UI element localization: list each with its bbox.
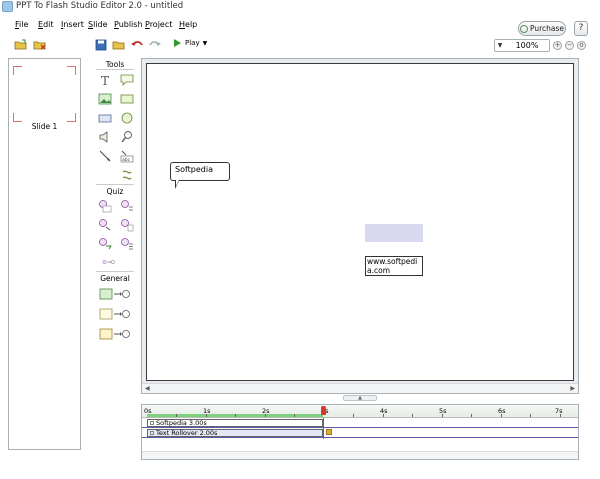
- scroll-right-icon[interactable]: ▶: [570, 385, 575, 392]
- panel-splitter[interactable]: ▲: [343, 395, 377, 401]
- playhead-handle[interactable]: [321, 406, 326, 415]
- lock-icon[interactable]: [326, 429, 332, 435]
- quiz-list-icon[interactable]: [120, 237, 134, 251]
- ellipse-tool-icon[interactable]: [120, 111, 134, 125]
- zoom-out-button[interactable]: −: [565, 41, 574, 50]
- timeline-horizontal-scrollbar[interactable]: [142, 451, 578, 459]
- stage-area: Softpedia www.softpedia.com ◀ ▶: [141, 58, 579, 394]
- quiz-section-title: Quiz: [106, 187, 124, 196]
- general-section-title: General: [100, 274, 130, 283]
- zoom-in-button[interactable]: +: [553, 41, 562, 50]
- timeline-track[interactable]: Softpedia 3.00s: [142, 419, 578, 428]
- svg-text:abc: abc: [122, 157, 131, 163]
- menu-file[interactable]: File: [15, 20, 28, 29]
- scroll-left-icon[interactable]: ◀: [145, 385, 150, 392]
- menu-help[interactable]: Help: [179, 20, 197, 29]
- purchase-button[interactable]: Purchase: [518, 21, 566, 36]
- svg-text:T: T: [101, 74, 109, 87]
- track-checkbox[interactable]: [150, 421, 154, 425]
- sound-tool-icon[interactable]: [98, 130, 112, 144]
- text-entry-tool-icon[interactable]: abc: [120, 149, 134, 163]
- slides-panel: Slide 1: [8, 58, 81, 450]
- undo-icon[interactable]: [130, 39, 144, 51]
- line-tool-icon[interactable]: [98, 149, 112, 163]
- text-tool-icon[interactable]: T: [98, 73, 112, 87]
- quiz-drag-icon[interactable]: [98, 218, 112, 232]
- rollover-area[interactable]: [365, 224, 423, 242]
- zoom-fit-button[interactable]: o: [577, 41, 586, 50]
- app-icon: [2, 1, 13, 12]
- title-bar: PPT To Flash Studio Editor 2.0 - untitle…: [0, 0, 600, 14]
- timeline-panel: 0s 1s 2s 3s 4s 5s 6s 7s Softpedia 3.00s …: [141, 404, 579, 460]
- animation-tool-icon[interactable]: [120, 168, 134, 182]
- menu-insert[interactable]: Insert: [61, 20, 84, 29]
- tools-section-title: Tools: [105, 60, 125, 69]
- close-project-icon[interactable]: [33, 39, 47, 51]
- tick-label: 7s: [555, 407, 563, 415]
- chevron-down-icon: ▼: [202, 39, 208, 47]
- help-button[interactable]: ?: [574, 21, 588, 36]
- open-icon[interactable]: [112, 39, 126, 51]
- general-slide-action-icon[interactable]: [99, 327, 131, 341]
- rollover-text-box[interactable]: www.softpedia.com: [365, 256, 423, 276]
- rectangle-tool-icon[interactable]: [98, 111, 112, 125]
- track-checkbox[interactable]: [150, 431, 154, 435]
- open-folder-icon[interactable]: [14, 39, 28, 51]
- quiz-result-icon[interactable]: [102, 255, 116, 269]
- tools-panel: Tools T abc Quiz General: [92, 58, 138, 450]
- quiz-text-icon[interactable]: [98, 199, 112, 213]
- redo-icon[interactable]: [148, 39, 162, 51]
- chevron-down-icon: ▼: [497, 42, 503, 49]
- general-note-action-icon[interactable]: [99, 307, 131, 321]
- zoom-area-tool-icon[interactable]: [120, 130, 134, 144]
- track-bar[interactable]: Softpedia 3.00s: [147, 419, 323, 427]
- play-icon: [174, 39, 181, 47]
- menu-slide[interactable]: Slide: [88, 20, 108, 29]
- callout-tail: [175, 180, 179, 189]
- menu-bar: File Edit Insert Slide Publish Project H…: [0, 15, 600, 35]
- save-icon[interactable]: [94, 39, 108, 51]
- slide-thumbnail[interactable]: [13, 66, 76, 122]
- menu-publish[interactable]: Publish: [114, 20, 143, 29]
- menu-edit[interactable]: Edit: [38, 20, 54, 29]
- quiz-match-icon[interactable]: [120, 218, 134, 232]
- general-image-action-icon[interactable]: [99, 287, 131, 301]
- timeline-track[interactable]: Text Rollover 2.00s: [142, 429, 578, 438]
- callout-object[interactable]: Softpedia: [170, 162, 230, 181]
- zoom-select[interactable]: ▼ 100%: [494, 39, 550, 52]
- quiz-choice-icon[interactable]: [120, 199, 134, 213]
- playhead-line: [323, 418, 324, 439]
- purchase-icon: [519, 24, 528, 33]
- slide-canvas[interactable]: Softpedia www.softpedia.com: [146, 63, 574, 381]
- play-button[interactable]: Play ▼: [174, 39, 207, 47]
- slide-label: Slide 1: [31, 122, 58, 131]
- quiz-hotspot-icon[interactable]: [98, 237, 112, 251]
- image-tool-icon[interactable]: [98, 92, 112, 106]
- callout-tool-icon[interactable]: [120, 73, 134, 87]
- window-title: PPT To Flash Studio Editor 2.0 - untitle…: [16, 1, 184, 11]
- menu-project[interactable]: Project: [145, 20, 172, 29]
- canvas-horizontal-scrollbar[interactable]: ◀ ▶: [142, 383, 578, 393]
- timeline-ruler[interactable]: 0s 1s 2s 3s 4s 5s 6s 7s: [142, 405, 578, 418]
- rectangle-fill-tool-icon[interactable]: [120, 92, 134, 106]
- tick-label: 0s: [144, 407, 152, 415]
- track-bar[interactable]: Text Rollover 2.00s: [147, 429, 323, 437]
